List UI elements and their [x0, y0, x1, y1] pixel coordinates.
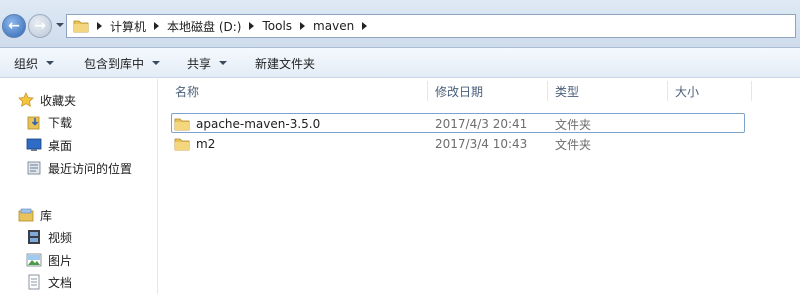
table-row[interactable]: apache-maven-3.5.0 2017/4/3 20:41 文件夹: [171, 113, 745, 133]
recent-locations-dropdown[interactable]: [55, 21, 65, 31]
file-name: apache-maven-3.5.0: [196, 117, 321, 131]
library-icon: [18, 208, 34, 222]
folder-icon: [174, 138, 190, 151]
video-library-icon: [28, 230, 40, 244]
file-list: 名称 修改日期 类型 大小 apache-maven-3.5.0 2017/4/…: [159, 79, 800, 294]
nav-libraries-label: 库: [40, 208, 53, 223]
file-type: 文件夹: [555, 117, 592, 132]
pictures-library-icon: [26, 253, 42, 267]
breadcrumb-maven[interactable]: maven: [313, 19, 354, 33]
breadcrumb-drive-d[interactable]: 本地磁盘 (D:): [167, 18, 241, 35]
breadcrumb-separator-icon[interactable]: [300, 22, 306, 30]
navigation-pane: 收藏夹 下载 桌面 最近访问的位置 库 视频 图片 文档: [0, 79, 158, 294]
breadcrumb-separator-icon[interactable]: [154, 22, 160, 30]
column-header-name[interactable]: 名称: [175, 79, 199, 103]
column-header-modified-label: 修改日期: [435, 84, 484, 99]
nav-item-pictures[interactable]: 图片: [26, 250, 72, 270]
file-name-cell: m2: [174, 134, 215, 154]
chevron-down-icon: [46, 61, 55, 65]
file-type: 文件夹: [555, 137, 592, 152]
column-header-type-label: 类型: [555, 84, 580, 99]
include-in-library-label: 包含到库中: [84, 56, 145, 71]
nav-item-videos[interactable]: 视频: [26, 227, 72, 247]
folder-icon: [174, 118, 190, 131]
folder-icon: [73, 20, 89, 33]
nav-item-label: 图片: [48, 253, 73, 268]
nav-item-label: 最近访问的位置: [48, 161, 133, 176]
column-separator[interactable]: [751, 81, 752, 101]
chevron-down-icon: [219, 61, 228, 65]
breadcrumb-separator-icon[interactable]: [249, 22, 255, 30]
command-bar: 组织 包含到库中 共享 新建文件夹: [0, 48, 800, 78]
recent-places-icon: [27, 161, 41, 175]
column-header-name-label: 名称: [175, 84, 200, 99]
column-separator[interactable]: [667, 81, 668, 101]
column-header-size-label: 大小: [675, 84, 700, 99]
file-modified: 2017/3/4 10:43: [435, 137, 528, 151]
share-button[interactable]: 共享: [187, 48, 228, 78]
nav-item-label: 桌面: [48, 138, 73, 153]
organize-label: 组织: [14, 56, 39, 71]
nav-item-desktop[interactable]: 桌面: [26, 135, 72, 155]
file-modified: 2017/4/3 20:41: [435, 117, 528, 131]
chevron-down-icon: [152, 61, 161, 65]
table-row[interactable]: m2 2017/3/4 10:43 文件夹: [171, 134, 745, 154]
include-in-library-button[interactable]: 包含到库中: [84, 48, 161, 78]
nav-favorites-label: 收藏夹: [40, 93, 77, 108]
nav-item-label: 视频: [48, 230, 73, 245]
breadcrumb-separator-icon[interactable]: [362, 22, 368, 30]
nav-item-recent-places[interactable]: 最近访问的位置: [26, 158, 132, 178]
desktop-icon: [26, 138, 42, 151]
column-header-modified[interactable]: 修改日期: [435, 79, 483, 103]
address-bar[interactable]: 计算机 本地磁盘 (D:) Tools maven: [66, 14, 796, 38]
address-bar-area: ← → 计算机 本地磁盘 (D:) Tools maven: [0, 0, 800, 48]
nav-libraries[interactable]: 库: [18, 205, 52, 225]
back-button[interactable]: ←: [2, 14, 26, 38]
file-name: m2: [196, 137, 216, 151]
column-header-type[interactable]: 类型: [555, 79, 579, 103]
share-label: 共享: [187, 56, 212, 71]
arrow-left-icon: ←: [8, 18, 20, 34]
nav-favorites[interactable]: 收藏夹: [18, 90, 76, 110]
column-separator[interactable]: [427, 81, 428, 101]
forward-button[interactable]: →: [28, 14, 52, 38]
arrow-right-icon: →: [34, 18, 46, 34]
download-folder-icon: [27, 116, 40, 130]
column-header-size[interactable]: 大小: [675, 79, 699, 103]
nav-item-downloads[interactable]: 下载: [26, 112, 72, 132]
organize-menu-button[interactable]: 组织: [14, 48, 55, 78]
file-name-cell: apache-maven-3.5.0: [174, 114, 320, 134]
column-separator[interactable]: [547, 81, 548, 101]
nav-item-label: 下载: [48, 115, 73, 130]
breadcrumb-tools[interactable]: Tools: [262, 19, 292, 33]
nav-item-documents[interactable]: 文档: [26, 272, 72, 292]
new-folder-label: 新建文件夹: [255, 56, 316, 71]
breadcrumb-separator-icon[interactable]: [97, 22, 102, 30]
nav-item-label: 文档: [48, 275, 73, 290]
breadcrumb-computer[interactable]: 计算机: [110, 18, 146, 35]
new-folder-button[interactable]: 新建文件夹: [255, 48, 315, 78]
documents-library-icon: [28, 274, 40, 290]
star-icon: [18, 92, 34, 107]
